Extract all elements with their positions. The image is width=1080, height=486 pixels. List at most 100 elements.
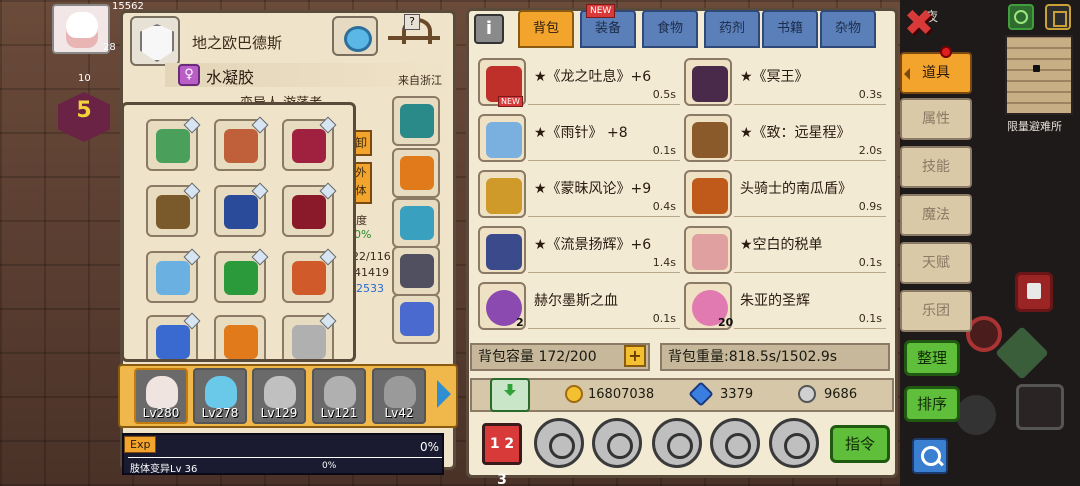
- hud-stat-a: 10: [78, 73, 91, 84]
- side-tab-skills[interactable]: 技能: [900, 146, 972, 188]
- sort-button[interactable]: 排序: [904, 386, 960, 422]
- info-button[interactable]: i: [474, 14, 504, 44]
- equip-slot[interactable]: [282, 182, 337, 237]
- item-name: ★空白的税单: [740, 237, 823, 253]
- side-tab-items[interactable]: 道具: [900, 52, 972, 94]
- download-icon[interactable]: [490, 378, 530, 412]
- item-icon: [684, 170, 732, 218]
- inventory-item[interactable]: ★《雨针》 +8 0.1s: [478, 112, 684, 164]
- side-tab-band[interactable]: 乐团: [900, 290, 972, 332]
- globe-icon[interactable]: [1008, 4, 1034, 30]
- item-weight: 0.5s: [652, 88, 676, 101]
- ranking-button[interactable]: 1 2 3: [482, 423, 522, 486]
- item-name: ★《雨针》 +8: [534, 125, 628, 141]
- exit-icon[interactable]: [1045, 4, 1071, 30]
- swap-icon[interactable]: [652, 418, 702, 468]
- avatar: [205, 376, 237, 408]
- tab-label: 装备: [594, 21, 621, 36]
- inventory-item[interactable]: ★《流景扬辉》+6 1.4s: [478, 224, 684, 276]
- tab-misc[interactable]: 杂物: [820, 10, 876, 48]
- party-member[interactable]: Lv129: [252, 368, 306, 424]
- organize-button[interactable]: 整理: [904, 340, 960, 376]
- close-icon[interactable]: ✖: [903, 6, 935, 42]
- command-button[interactable]: 指令: [830, 425, 890, 463]
- help-badge[interactable]: ?: [404, 14, 420, 30]
- equip-slot[interactable]: [214, 182, 269, 237]
- item-icon: [478, 170, 526, 218]
- item-weight: 2.0s: [858, 144, 882, 157]
- sword-icon[interactable]: [956, 395, 996, 435]
- inventory-item[interactable]: ★《冥王》 0.3s: [684, 56, 890, 108]
- book-icon[interactable]: [769, 418, 819, 468]
- divider: [528, 328, 680, 329]
- party-member[interactable]: Lv278: [193, 368, 247, 424]
- equip-slot[interactable]: [146, 182, 201, 237]
- tab-equipment[interactable]: NEW 装备: [580, 4, 636, 48]
- equip-slot[interactable]: [282, 116, 337, 171]
- divider: [528, 272, 680, 273]
- side-tab-magic[interactable]: 魔法: [900, 194, 972, 236]
- compass-icon[interactable]: [710, 418, 760, 468]
- side-tab-label: 魔法: [922, 207, 950, 223]
- equip-slot-side[interactable]: [392, 198, 440, 248]
- bow-icon[interactable]: [1016, 384, 1064, 430]
- expand-capacity-button[interactable]: +: [624, 345, 646, 367]
- backpack-weight: 背包重量:818.5s/1502.9s: [660, 343, 890, 371]
- equip-slot[interactable]: [146, 248, 201, 303]
- side-tab-attributes[interactable]: 属性: [900, 98, 972, 140]
- stat-fragment: 22/116: [352, 250, 391, 263]
- equip-slot-side[interactable]: [392, 246, 440, 296]
- inventory-item[interactable]: ★《致：远星程》 2.0s: [684, 112, 890, 164]
- party-member[interactable]: Lv280: [134, 368, 188, 424]
- crystal-gem-icon: [400, 104, 434, 138]
- side-tab-label: 乐团: [922, 303, 950, 319]
- dark-helm-icon: [692, 66, 728, 102]
- equip-slot[interactable]: [214, 116, 269, 171]
- tab-potion[interactable]: 药剂: [704, 10, 760, 48]
- inventory-item[interactable]: NEW ★《龙之吐息》+6 0.5s: [478, 56, 684, 108]
- magnify-icon[interactable]: [592, 418, 642, 468]
- equip-slot-side[interactable]: [392, 294, 440, 344]
- item-weight: 0.1s: [652, 144, 676, 157]
- tab-books[interactable]: 书籍: [762, 10, 818, 48]
- equip-slot[interactable]: [282, 248, 337, 303]
- side-tab-talent[interactable]: 天赋: [900, 242, 972, 284]
- equip-slot[interactable]: [214, 315, 266, 359]
- portal-icon[interactable]: [332, 16, 378, 56]
- item-name: ★《流景扬辉》+6: [534, 237, 652, 253]
- silver-axe-icon: [292, 325, 326, 359]
- inventory-item[interactable]: ★《蒙昧风论》+9 0.4s: [478, 168, 684, 220]
- item-weight: 0.1s: [858, 312, 882, 325]
- divider: [528, 216, 680, 217]
- inventory-item[interactable]: ★空白的税单 0.1s: [684, 224, 890, 276]
- inventory-item[interactable]: 20 朱亚的圣辉 0.1s: [684, 280, 890, 332]
- minimap[interactable]: [1005, 35, 1073, 115]
- player-marker: [1033, 65, 1040, 72]
- equip-slot[interactable]: [214, 248, 269, 303]
- equip-slot-side[interactable]: [392, 148, 440, 198]
- item-icon: [684, 226, 732, 274]
- item-name: ★《蒙昧风论》+9: [534, 181, 652, 197]
- equip-slot[interactable]: [282, 312, 337, 359]
- storage-icon[interactable]: [1015, 272, 1053, 312]
- crest-shield-icon: [292, 129, 326, 163]
- party-member[interactable]: Lv121: [312, 368, 366, 424]
- inventory-item[interactable]: 2 赫尔墨斯之血 0.1s: [478, 280, 684, 332]
- tab-backpack[interactable]: 背包: [518, 10, 574, 48]
- tab-food[interactable]: 食物: [642, 10, 698, 48]
- divider: [734, 272, 886, 273]
- mutation-progress-line: [128, 457, 442, 458]
- equip-slot[interactable]: [146, 116, 201, 171]
- search-icon[interactable]: [534, 418, 584, 468]
- inventory-item[interactable]: 头骑士的南瓜盾》 0.9s: [684, 168, 890, 220]
- search-icon[interactable]: [912, 438, 948, 474]
- party-next-arrow-icon[interactable]: [437, 380, 451, 408]
- item-icon: [478, 226, 526, 274]
- party-member[interactable]: Lv42: [372, 368, 426, 424]
- gold-ring-icon: [486, 178, 522, 214]
- equip-slot[interactable]: [146, 312, 201, 359]
- avatar: [324, 376, 356, 408]
- player-avatar[interactable]: [52, 4, 110, 54]
- equip-slot-side[interactable]: [392, 96, 440, 146]
- green-device-icon: [156, 129, 190, 163]
